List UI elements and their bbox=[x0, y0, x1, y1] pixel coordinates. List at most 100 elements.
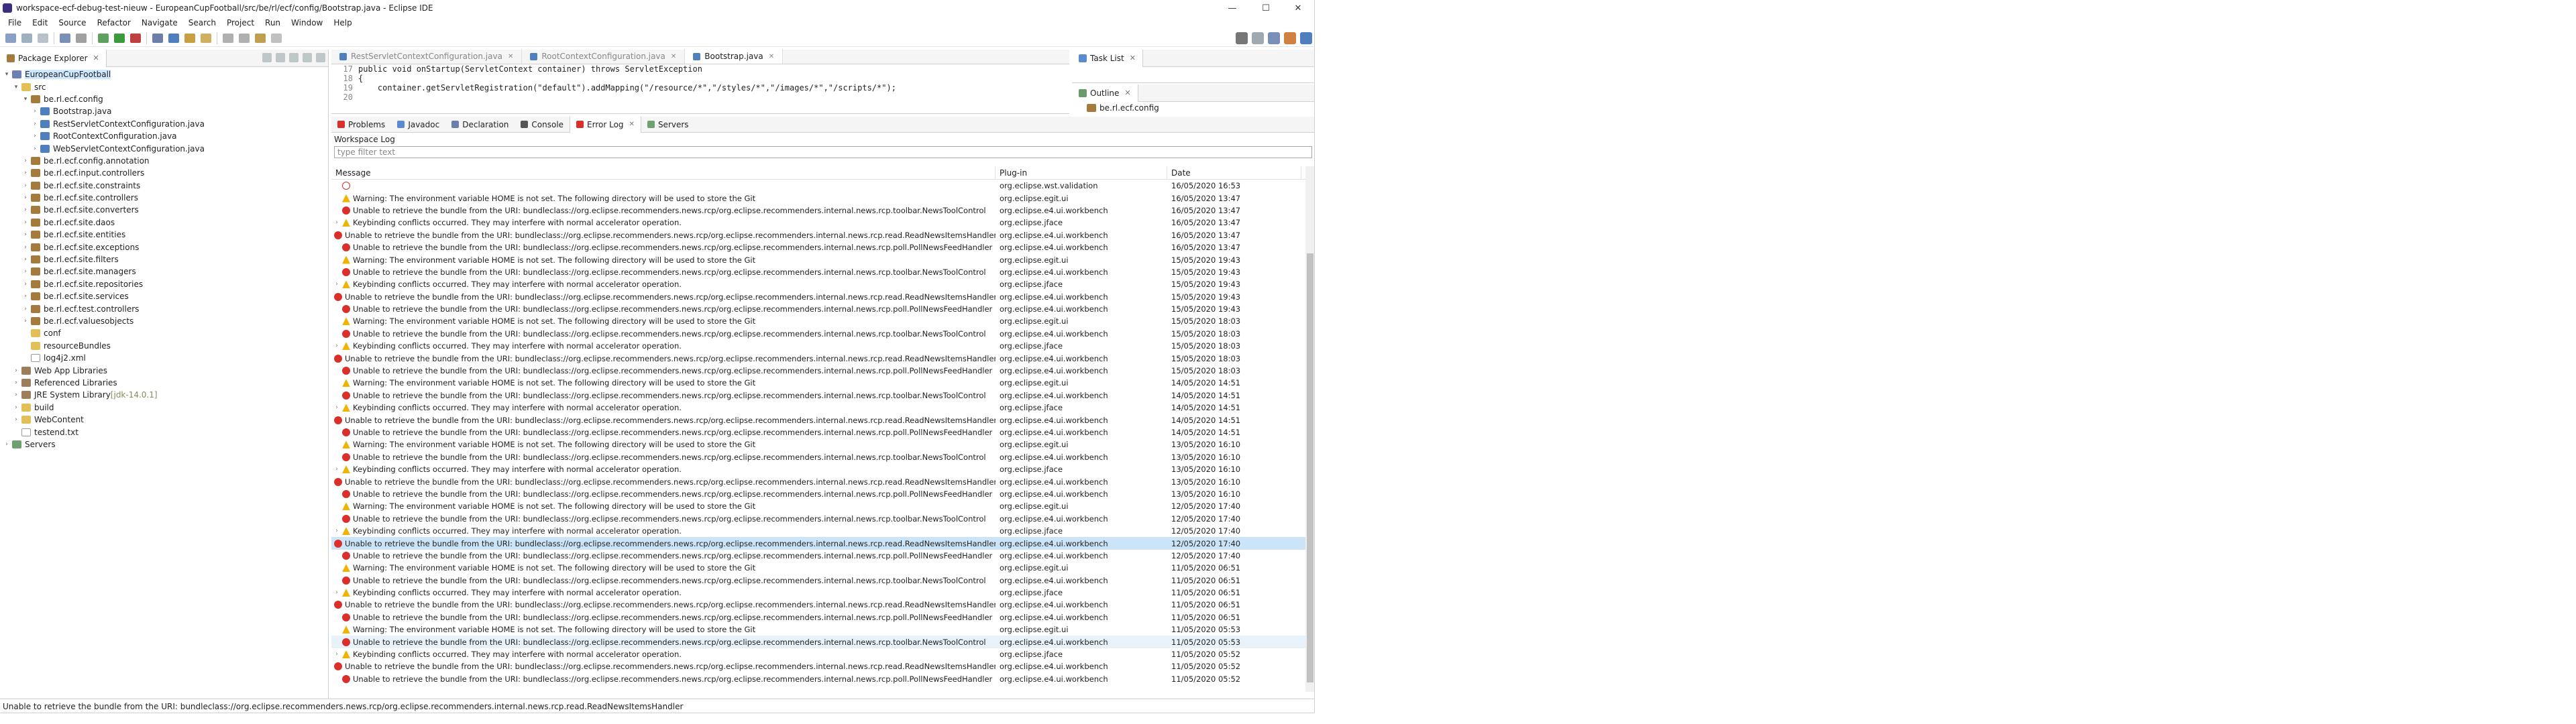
close-tab-icon[interactable]: ✕ bbox=[671, 53, 676, 60]
table-row[interactable]: org.eclipse.wst.validation 16/05/2020 16:… bbox=[331, 180, 1314, 192]
tree-item[interactable]: › Web App Libraries bbox=[0, 364, 328, 376]
expand-arrow-icon[interactable]: › bbox=[21, 256, 30, 263]
tree-item[interactable]: › RestServletContextConfiguration.java bbox=[0, 118, 328, 130]
expand-arrow-icon[interactable]: ▾ bbox=[12, 84, 20, 90]
expand-arrow-icon[interactable]: › bbox=[12, 404, 20, 411]
table-row[interactable]: Warning: The environment variable HOME i… bbox=[331, 315, 1314, 327]
tab-package-explorer[interactable]: Package Explorer ✕ bbox=[0, 49, 107, 67]
expand-arrow-icon[interactable]: › bbox=[21, 182, 30, 189]
expand-arrow-icon[interactable]: › bbox=[21, 244, 30, 251]
expand-arrow-icon[interactable]: › bbox=[12, 379, 20, 386]
expand-arrow-icon[interactable]: › bbox=[12, 416, 20, 423]
tree-item[interactable]: › be.rl.ecf.config.annotation bbox=[0, 155, 328, 167]
outline-item[interactable]: be.rl.ecf.config bbox=[1072, 102, 1314, 114]
expand-arrow-icon[interactable]: › bbox=[333, 219, 341, 226]
table-row[interactable]: Warning: The environment variable HOME i… bbox=[331, 192, 1314, 204]
table-row[interactable]: Unable to retrieve the bundle from the U… bbox=[331, 550, 1314, 562]
close-tab-icon[interactable]: ✕ bbox=[508, 53, 513, 60]
table-row[interactable]: › Keybinding conflicts occurred. They may… bbox=[331, 340, 1314, 352]
tab-console[interactable]: Console bbox=[515, 117, 570, 133]
table-row[interactable]: › Keybinding conflicts occurred. They may… bbox=[331, 402, 1314, 414]
expand-arrow-icon[interactable]: › bbox=[333, 528, 341, 534]
tree-item[interactable]: › Referenced Libraries bbox=[0, 377, 328, 389]
maximize-view-icon[interactable] bbox=[316, 53, 325, 62]
minimize-view-icon[interactable] bbox=[303, 53, 312, 62]
editor-tab[interactable]: Bootstrap.java ✕ bbox=[685, 49, 784, 64]
tree-item[interactable]: › be.rl.ecf.test.controllers bbox=[0, 302, 328, 314]
table-row[interactable]: Unable to retrieve the bundle from the U… bbox=[331, 291, 1314, 303]
tree-item[interactable]: › WebServletContextConfiguration.java bbox=[0, 142, 328, 154]
menu-source[interactable]: Source bbox=[53, 18, 91, 27]
expand-arrow-icon[interactable]: ▾ bbox=[21, 96, 30, 103]
menu-edit[interactable]: Edit bbox=[27, 18, 53, 27]
tree-item[interactable]: › be.rl.ecf.site.repositories bbox=[0, 278, 328, 290]
collapse-all-icon[interactable] bbox=[262, 53, 272, 62]
table-row[interactable]: Unable to retrieve the bundle from the U… bbox=[331, 475, 1314, 487]
table-row[interactable]: Warning: The environment variable HOME i… bbox=[331, 377, 1314, 389]
save-all-icon[interactable] bbox=[38, 33, 48, 43]
minimize-button[interactable]: — bbox=[1216, 0, 1249, 16]
expand-arrow-icon[interactable]: › bbox=[31, 121, 39, 127]
vertical-scrollbar[interactable] bbox=[1305, 166, 1314, 692]
expand-arrow-icon[interactable]: › bbox=[21, 281, 30, 288]
close-view-icon[interactable]: ✕ bbox=[1124, 88, 1130, 97]
menu-refactor[interactable]: Refactor bbox=[92, 18, 136, 27]
previous-annotation-icon[interactable] bbox=[239, 33, 250, 43]
table-row[interactable]: Unable to retrieve the bundle from the U… bbox=[331, 513, 1314, 525]
tree-item[interactable]: › be.rl.ecf.site.exceptions bbox=[0, 241, 328, 253]
table-row[interactable]: Unable to retrieve the bundle from the U… bbox=[331, 389, 1314, 402]
link-with-editor-icon[interactable] bbox=[276, 53, 285, 62]
table-row[interactable]: Unable to retrieve the bundle from the U… bbox=[331, 673, 1314, 685]
open-perspective-icon[interactable] bbox=[1252, 32, 1264, 44]
tree-item[interactable]: › build bbox=[0, 402, 328, 414]
back-icon[interactable] bbox=[255, 33, 266, 43]
close-tab-icon[interactable]: ✕ bbox=[629, 121, 635, 128]
external-tools-icon[interactable] bbox=[130, 33, 141, 43]
table-row[interactable]: Unable to retrieve the bundle from the U… bbox=[331, 636, 1314, 648]
debug-perspective-icon[interactable] bbox=[1284, 32, 1296, 44]
table-row[interactable]: Unable to retrieve the bundle from the U… bbox=[331, 426, 1314, 438]
table-row[interactable]: Unable to retrieve the bundle from the U… bbox=[331, 599, 1314, 611]
terminal-icon[interactable] bbox=[60, 33, 70, 43]
expand-arrow-icon[interactable]: › bbox=[31, 133, 39, 139]
table-row[interactable]: Unable to retrieve the bundle from the U… bbox=[331, 660, 1314, 672]
close-tab-icon[interactable]: ✕ bbox=[769, 53, 774, 60]
tree-item[interactable]: resourceBundles bbox=[0, 340, 328, 352]
table-row[interactable]: Warning: The environment variable HOME i… bbox=[331, 500, 1314, 512]
run-icon[interactable] bbox=[114, 33, 125, 43]
menu-project[interactable]: Project bbox=[221, 18, 260, 27]
menu-run[interactable]: Run bbox=[260, 18, 286, 27]
tree-item[interactable]: › be.rl.ecf.valuesobjects bbox=[0, 315, 328, 327]
table-row[interactable]: › Keybinding conflicts occurred. They may… bbox=[331, 648, 1314, 660]
tree-item[interactable]: conf bbox=[0, 327, 328, 339]
table-row[interactable]: › Keybinding conflicts occurred. They may… bbox=[331, 217, 1314, 229]
expand-arrow-icon[interactable]: › bbox=[21, 158, 30, 164]
table-row[interactable]: Unable to retrieve the bundle from the U… bbox=[331, 365, 1314, 377]
maximize-button[interactable]: ☐ bbox=[1249, 0, 1283, 16]
expand-arrow-icon[interactable]: › bbox=[21, 219, 30, 226]
expand-arrow-icon[interactable]: › bbox=[333, 343, 341, 349]
tree-item[interactable]: › JRE System Library [jdk-14.0.1] bbox=[0, 389, 328, 401]
expand-arrow-icon[interactable]: › bbox=[21, 268, 30, 275]
open-type-icon[interactable] bbox=[184, 33, 195, 43]
menu-file[interactable]: File bbox=[3, 18, 27, 27]
expand-arrow-icon[interactable]: › bbox=[21, 206, 30, 213]
java-ee-perspective-icon[interactable] bbox=[1268, 32, 1280, 44]
column-date[interactable]: Date bbox=[1167, 166, 1301, 179]
table-row[interactable]: › Keybinding conflicts occurred. They may… bbox=[331, 525, 1314, 537]
expand-arrow-icon[interactable]: › bbox=[21, 194, 30, 201]
expand-arrow-icon[interactable]: ▾ bbox=[3, 71, 11, 78]
table-row[interactable]: Unable to retrieve the bundle from the U… bbox=[331, 352, 1314, 364]
tree-item[interactable]: › be.rl.ecf.input.controllers bbox=[0, 167, 328, 179]
table-row[interactable]: Unable to retrieve the bundle from the U… bbox=[331, 266, 1314, 278]
tree-item[interactable]: › Servers bbox=[0, 438, 328, 450]
new-java-package-icon[interactable] bbox=[152, 33, 163, 43]
forward-icon[interactable] bbox=[271, 33, 282, 43]
tab-outline[interactable]: Outline ✕ bbox=[1072, 84, 1138, 102]
table-row[interactable]: Unable to retrieve the bundle from the U… bbox=[331, 611, 1314, 623]
column-plugin[interactable]: Plug-in bbox=[996, 166, 1167, 179]
expand-arrow-icon[interactable]: › bbox=[333, 651, 341, 658]
editor-tab[interactable]: RestServletContextConfiguration.java ✕ bbox=[331, 49, 523, 64]
table-row[interactable]: Unable to retrieve the bundle from the U… bbox=[331, 328, 1314, 340]
tree-item[interactable]: testend.txt bbox=[0, 426, 328, 438]
